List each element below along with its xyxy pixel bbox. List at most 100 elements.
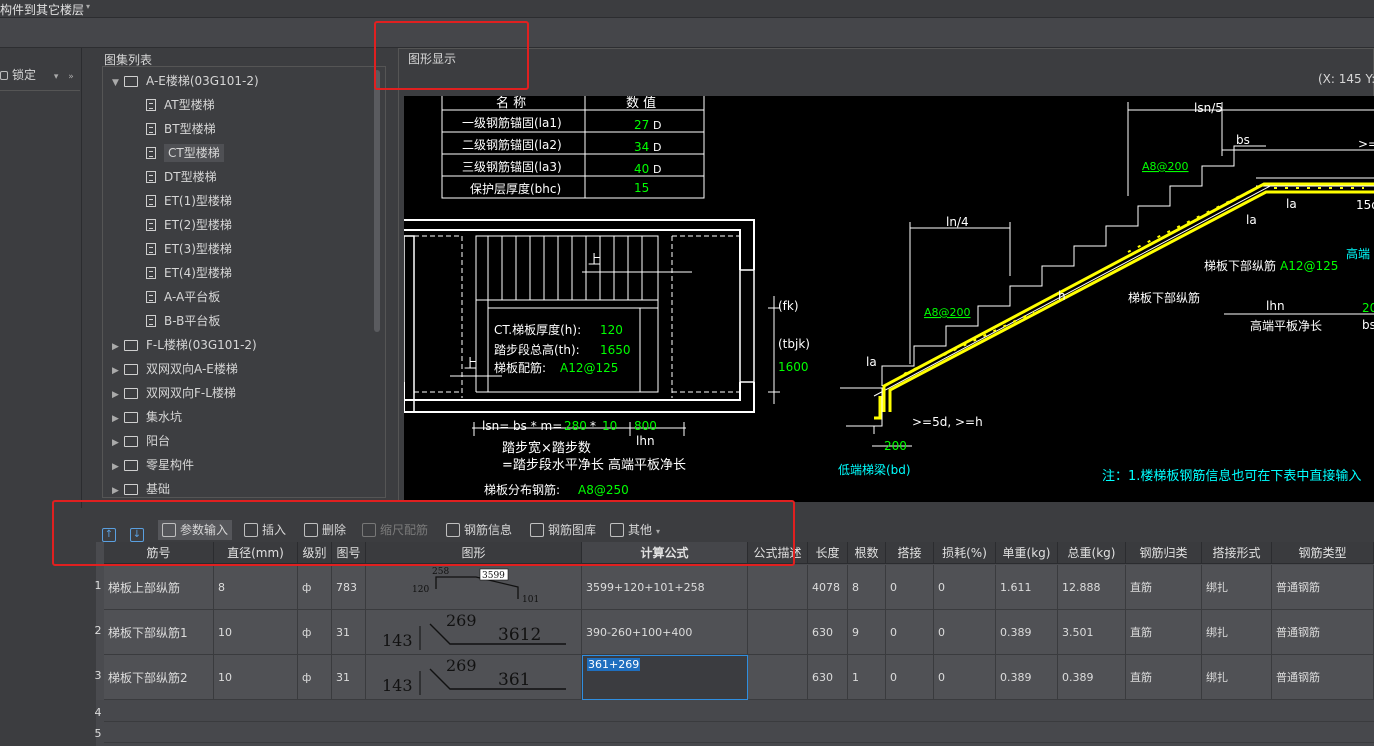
shape-cell[interactable]: 143 269 361 bbox=[366, 655, 582, 700]
tree-item[interactable]: AT型楼梯 bbox=[146, 94, 215, 116]
formula-input[interactable]: 361+269 bbox=[582, 655, 748, 700]
expand-right-icon[interactable]: ▶ bbox=[112, 384, 124, 406]
cell-fig[interactable]: 31 bbox=[332, 655, 366, 700]
tree-item[interactable]: ET(1)型楼梯 bbox=[146, 190, 232, 212]
cell-dia[interactable]: 10 bbox=[214, 655, 298, 700]
param-value[interactable]: 15 bbox=[634, 181, 649, 195]
cell-desc[interactable] bbox=[748, 655, 808, 700]
cell-name[interactable]: 梯板下部纵筋2 bbox=[104, 655, 214, 700]
cell-cat[interactable]: 直筋 bbox=[1126, 565, 1202, 610]
column-header[interactable]: 单重(kg) bbox=[996, 542, 1058, 564]
cell-cat[interactable]: 直筋 bbox=[1126, 610, 1202, 655]
cell-total-w[interactable]: 3.501 bbox=[1058, 610, 1126, 655]
column-header[interactable]: 搭接形式 bbox=[1202, 542, 1272, 564]
tree-item[interactable]: ET(3)型楼梯 bbox=[146, 238, 232, 260]
cell-len[interactable]: 630 bbox=[808, 610, 848, 655]
tree-folder[interactable]: ▶ 集水坑 bbox=[112, 406, 182, 428]
tree-item[interactable]: A-A平台板 bbox=[146, 286, 220, 308]
cell-type[interactable]: 普通钢筋 bbox=[1272, 565, 1374, 610]
cell-count[interactable]: 8 bbox=[848, 565, 886, 610]
distribution-value[interactable]: A8@250 bbox=[578, 483, 629, 497]
column-header[interactable]: 根数 bbox=[848, 542, 886, 564]
cell-fig[interactable]: 31 bbox=[332, 610, 366, 655]
cad-canvas[interactable]: 名 称 数 值 一级钢筋锚固(la1) 27 D 二级钢筋锚固(la2) 34 … bbox=[404, 96, 1374, 502]
cell-cat[interactable]: 直筋 bbox=[1126, 655, 1202, 700]
column-header[interactable]: 钢筋类型 bbox=[1272, 542, 1374, 564]
row-number[interactable]: 1 bbox=[94, 579, 102, 592]
cell-unit-w[interactable]: 0.389 bbox=[996, 610, 1058, 655]
cell-lap[interactable]: 0 bbox=[886, 610, 934, 655]
width-value[interactable]: 1600 bbox=[778, 360, 809, 374]
cell-grade[interactable]: ф bbox=[298, 655, 332, 700]
cell-len[interactable]: 630 bbox=[808, 655, 848, 700]
column-header[interactable]: 钢筋归类 bbox=[1126, 542, 1202, 564]
row-number[interactable]: 3 bbox=[94, 669, 102, 682]
column-header[interactable]: 总重(kg) bbox=[1058, 542, 1126, 564]
copy-to-floor-menu[interactable]: 构件到其它楼层 bbox=[0, 1, 84, 18]
shape-cell[interactable]: 143 269 3612 bbox=[366, 610, 582, 655]
expand-right-icon[interactable]: ▶ bbox=[112, 408, 124, 430]
cell-total-w[interactable]: 0.389 bbox=[1058, 655, 1126, 700]
row-number[interactable]: 2 bbox=[94, 624, 102, 637]
cell-total-w[interactable]: 12.888 bbox=[1058, 565, 1126, 610]
tree-item[interactable]: B-B平台板 bbox=[146, 310, 220, 332]
expand-right-icon[interactable]: ▶ bbox=[112, 336, 124, 358]
shape-cell[interactable]: 258 3599 120 101 bbox=[366, 565, 582, 610]
tree-folder[interactable]: ▶ 阳台 bbox=[112, 430, 170, 452]
tree-folder[interactable]: ▶ 基础 bbox=[112, 478, 170, 500]
cell-count[interactable]: 9 bbox=[848, 610, 886, 655]
param-value[interactable]: 40 bbox=[634, 162, 649, 176]
cell-name[interactable]: 梯板下部纵筋1 bbox=[104, 610, 214, 655]
cell-len[interactable]: 4078 bbox=[808, 565, 848, 610]
row-number[interactable]: 5 bbox=[94, 727, 102, 740]
tree-item[interactable]: ET(2)型楼梯 bbox=[146, 214, 232, 236]
param-value[interactable]: 34 bbox=[634, 140, 649, 154]
cell-type[interactable]: 普通钢筋 bbox=[1272, 610, 1374, 655]
cell-loss[interactable]: 0 bbox=[934, 565, 996, 610]
cell-formula[interactable]: 390-260+100+400 bbox=[582, 610, 748, 655]
chevron-down-icon[interactable]: ▾ bbox=[86, 2, 90, 11]
column-header[interactable]: 搭接 bbox=[886, 542, 934, 564]
tree-folder[interactable]: ▶ F-L楼梯(03G101-2) bbox=[112, 334, 257, 356]
cell-name[interactable]: 梯板上部纵筋 bbox=[104, 565, 214, 610]
tree-folder[interactable]: ▶ 双网双向A-E楼梯 bbox=[112, 358, 238, 380]
rebar-value[interactable]: A12@125 bbox=[560, 361, 618, 375]
column-header[interactable]: 损耗(%) bbox=[934, 542, 996, 564]
height-value[interactable]: 1650 bbox=[600, 343, 631, 357]
tree-item[interactable]: BT型楼梯 bbox=[146, 118, 216, 140]
double-chevron-icon[interactable]: » bbox=[68, 72, 74, 82]
tree-folder[interactable]: ▶ 零星构件 bbox=[112, 454, 194, 476]
lhn-value[interactable]: 800 bbox=[634, 419, 657, 433]
lock-button[interactable]: 锁定 ▾ » bbox=[0, 66, 74, 83]
cell-lap[interactable]: 0 bbox=[886, 565, 934, 610]
cell-loss[interactable]: 0 bbox=[934, 655, 996, 700]
tree-item[interactable]: ET(4)型楼梯 bbox=[146, 262, 232, 284]
row-number[interactable]: 4 bbox=[94, 706, 102, 719]
expand-right-icon[interactable]: ▶ bbox=[112, 456, 124, 478]
m-value[interactable]: 10 bbox=[602, 419, 617, 433]
cell-lap-type[interactable]: 绑扎 bbox=[1202, 655, 1272, 700]
tree-scrollbar[interactable] bbox=[374, 70, 380, 332]
column-header[interactable]: 长度 bbox=[808, 542, 848, 564]
expand-right-icon[interactable]: ▶ bbox=[112, 480, 124, 502]
bs-value[interactable]: 280 bbox=[564, 419, 587, 433]
cell-unit-w[interactable]: 1.611 bbox=[996, 565, 1058, 610]
cell-grade[interactable]: ф bbox=[298, 565, 332, 610]
cell-unit-w[interactable]: 0.389 bbox=[996, 655, 1058, 700]
chevron-down-icon[interactable]: ▾ bbox=[54, 72, 59, 82]
cell-count[interactable]: 1 bbox=[848, 655, 886, 700]
tree-folder[interactable]: ▶ 双网双向F-L楼梯 bbox=[112, 382, 236, 404]
thickness-value[interactable]: 120 bbox=[600, 323, 623, 337]
cell-lap[interactable]: 0 bbox=[886, 655, 934, 700]
cell-desc[interactable] bbox=[748, 565, 808, 610]
cell-type[interactable]: 普通钢筋 bbox=[1272, 655, 1374, 700]
expand-down-icon[interactable]: ▼ bbox=[112, 72, 124, 94]
cell-dia[interactable]: 10 bbox=[214, 610, 298, 655]
expand-right-icon[interactable]: ▶ bbox=[112, 360, 124, 382]
cell-grade[interactable]: ф bbox=[298, 610, 332, 655]
cell-fig[interactable]: 783 bbox=[332, 565, 366, 610]
cell-dia[interactable]: 8 bbox=[214, 565, 298, 610]
tree-folder[interactable]: ▼ A-E楼梯(03G101-2) bbox=[112, 70, 259, 92]
tree-item[interactable]: CT型楼梯 bbox=[146, 142, 224, 164]
expand-right-icon[interactable]: ▶ bbox=[112, 432, 124, 454]
